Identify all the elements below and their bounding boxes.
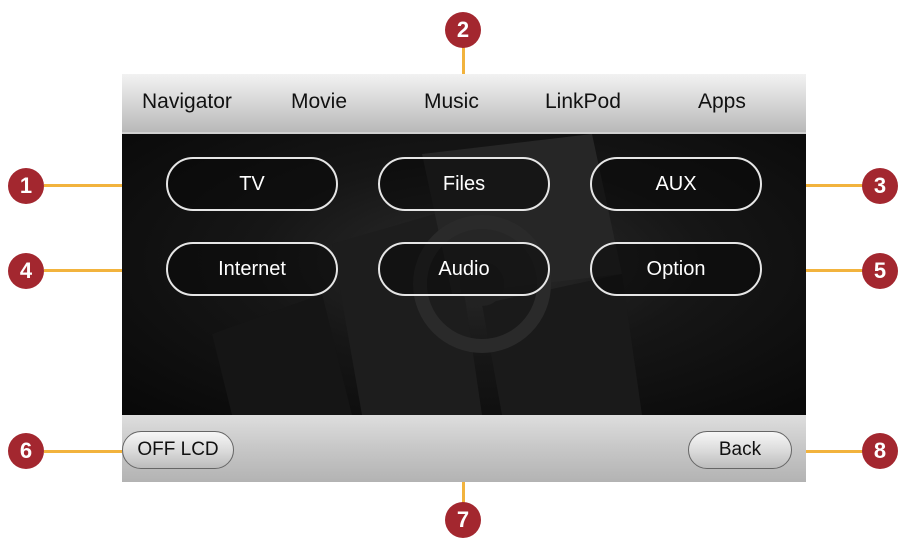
audio-button[interactable]: Audio	[378, 242, 550, 296]
bottom-bar: OFF LCD Back	[122, 415, 806, 482]
leader-line-6	[44, 450, 134, 453]
menu-movie[interactable]: Movie	[291, 90, 347, 114]
menu-linkpod[interactable]: LinkPod	[545, 90, 621, 114]
top-menu-bar: Navigator Movie Music LinkPod Apps	[122, 74, 806, 134]
callout-8: 8	[862, 433, 898, 469]
option-button[interactable]: Option	[590, 242, 762, 296]
tv-button[interactable]: TV	[166, 157, 338, 211]
back-button[interactable]: Back	[688, 431, 792, 469]
callout-1: 1	[8, 168, 44, 204]
menu-music[interactable]: Music	[424, 90, 479, 114]
internet-button[interactable]: Internet	[166, 242, 338, 296]
callout-2: 2	[445, 12, 481, 48]
aux-button[interactable]: AUX	[590, 157, 762, 211]
menu-navigator[interactable]: Navigator	[142, 90, 232, 114]
apps-panel: TV Files AUX Internet Audio Option	[122, 134, 806, 415]
head-unit-screen: Navigator Movie Music LinkPod Apps TV Fi…	[122, 74, 806, 482]
callout-6: 6	[8, 433, 44, 469]
callout-3: 3	[862, 168, 898, 204]
off-lcd-button[interactable]: OFF LCD	[122, 431, 234, 469]
callout-7: 7	[445, 502, 481, 538]
callout-5: 5	[862, 253, 898, 289]
files-button[interactable]: Files	[378, 157, 550, 211]
callout-4: 4	[8, 253, 44, 289]
menu-apps[interactable]: Apps	[698, 90, 746, 114]
